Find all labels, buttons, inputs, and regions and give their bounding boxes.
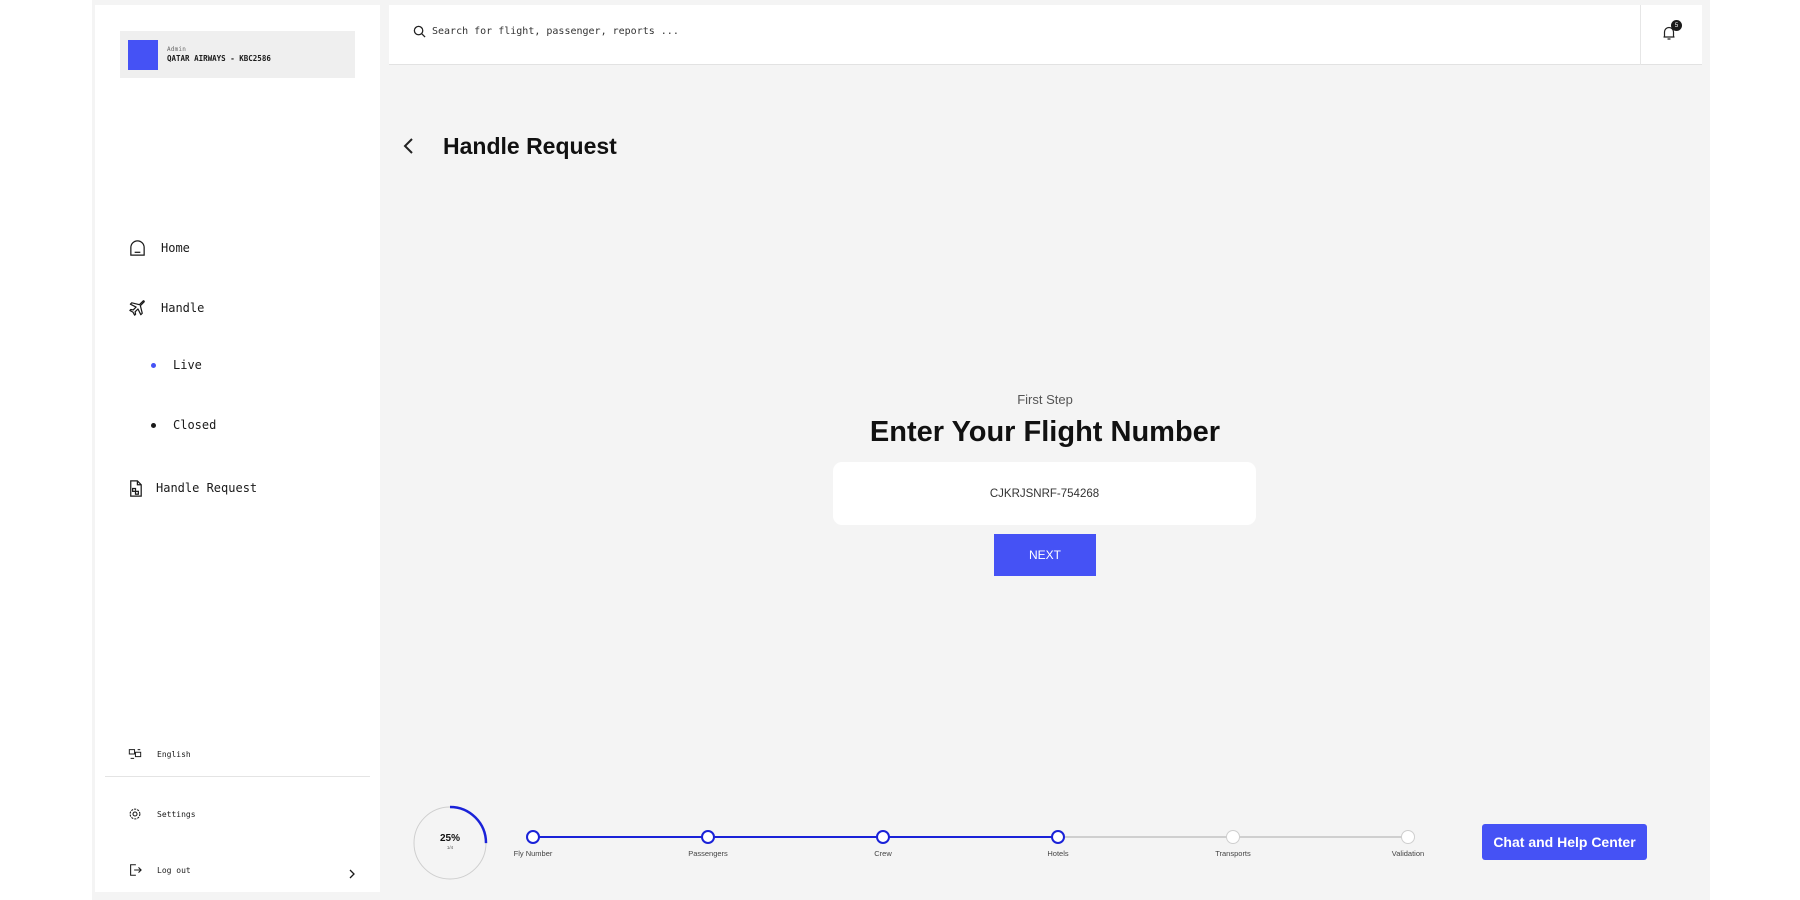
- language-icon: [127, 746, 143, 762]
- progress-step-label: Fly Number: [513, 849, 553, 858]
- progress-segment: [1233, 836, 1408, 838]
- gear-icon: [127, 806, 143, 822]
- language-selector[interactable]: English: [127, 746, 191, 762]
- progress-step-label: Passengers: [688, 849, 728, 858]
- search-input[interactable]: [432, 26, 1432, 37]
- progress-step-node[interactable]: [701, 830, 715, 844]
- notification-badge: 5: [1671, 20, 1682, 31]
- progress-step-label: Crew: [874, 849, 892, 858]
- progress-segment: [1058, 836, 1233, 838]
- progress-segment: [883, 836, 1058, 838]
- progress-step-node[interactable]: [1226, 830, 1240, 844]
- search-bar: [413, 25, 1613, 38]
- sidebar-item-home[interactable]: Home: [127, 238, 190, 258]
- progress-step-node[interactable]: [1051, 830, 1065, 844]
- sidebar-item-handle-request[interactable]: Handle Request: [125, 478, 257, 498]
- search-icon: [413, 25, 426, 38]
- chevron-right-icon[interactable]: [347, 867, 357, 881]
- sidebar-item-label: Closed: [173, 418, 217, 432]
- progress-step-label: Validation: [1391, 849, 1425, 858]
- home-icon: [127, 238, 147, 258]
- sidebar-item-label: Live: [173, 358, 202, 372]
- progress-percent: 25%: [439, 833, 460, 844]
- account-role: Admin: [167, 46, 187, 53]
- step-label: First Step: [1017, 392, 1073, 407]
- flight-number-input[interactable]: [833, 462, 1256, 525]
- sidebar-item-handle[interactable]: Handle: [127, 298, 204, 318]
- page-title: Handle Request: [443, 133, 617, 159]
- progress-segment: [533, 836, 708, 838]
- progress-step-count: 1/4: [446, 845, 454, 850]
- notifications-button[interactable]: 5: [1661, 20, 1682, 45]
- account-switcher[interactable]: Admin QATAR AIRWAYS - KBC2586: [120, 31, 355, 78]
- sidebar-item-label: Home: [161, 241, 190, 255]
- chat-help-center-button[interactable]: Chat and Help Center: [1482, 824, 1647, 860]
- logout-link[interactable]: Log out: [127, 862, 191, 878]
- plane-icon: [127, 298, 147, 318]
- airline-logo: [128, 39, 158, 70]
- settings-label: Settings: [157, 809, 196, 819]
- logout-label: Log out: [157, 865, 191, 875]
- back-button[interactable]: [400, 135, 418, 157]
- sidebar-item-live[interactable]: Live: [151, 358, 202, 372]
- bullet-dot-active: [151, 362, 156, 368]
- sidebar: Admin QATAR AIRWAYS - KBC2586 Home Handl…: [95, 5, 380, 892]
- document-icon: [125, 478, 145, 498]
- top-bar: 5: [389, 5, 1702, 65]
- divider: [105, 776, 370, 777]
- next-button[interactable]: NEXT: [994, 534, 1096, 576]
- progress-step-label: Hotels: [1047, 849, 1069, 858]
- progress-segment: [708, 836, 883, 838]
- logout-icon: [127, 862, 143, 878]
- account-name: QATAR AIRWAYS - KBC2586: [167, 54, 271, 63]
- progress-step-node[interactable]: [876, 830, 890, 844]
- progress-step-node[interactable]: [1401, 830, 1415, 844]
- progress-step-label: Transports: [1215, 849, 1251, 858]
- bullet-dot: [151, 422, 156, 428]
- settings-link[interactable]: Settings: [127, 806, 196, 822]
- sidebar-item-closed[interactable]: Closed: [151, 418, 216, 432]
- progress-step-node[interactable]: [526, 830, 540, 844]
- form-title: Enter Your Flight Number: [869, 416, 1221, 448]
- sidebar-item-label: Handle Request: [156, 481, 258, 495]
- language-label: English: [157, 749, 191, 759]
- divider: [1640, 5, 1641, 65]
- sidebar-item-label: Handle: [161, 301, 205, 315]
